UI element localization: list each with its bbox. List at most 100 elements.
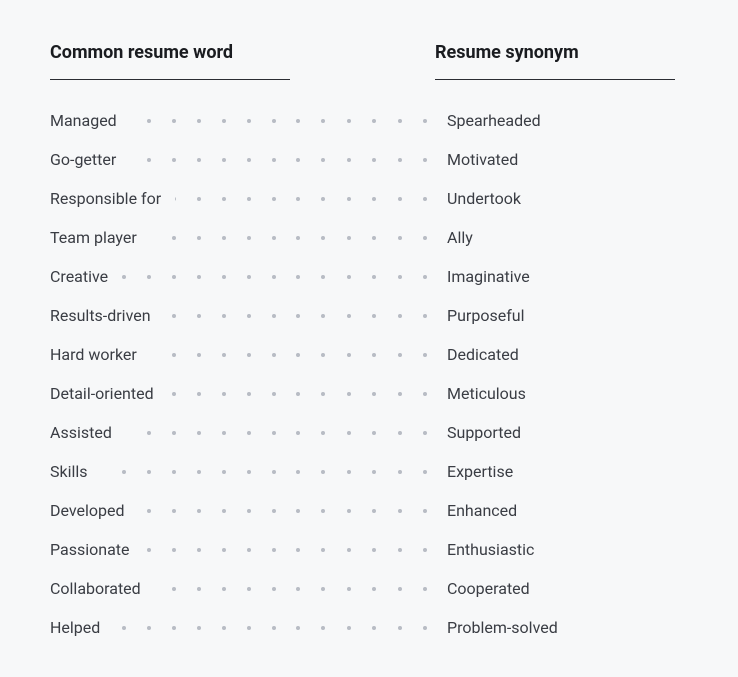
synonym-table: Common resume word Resume synonym Manage… [50,42,688,638]
common-word: Managed [50,111,117,130]
left-col: Skills [50,462,290,481]
dots-leader [296,548,427,552]
synonym-word: Enhanced [435,501,675,520]
dots-leader [296,431,427,435]
mid-col [290,392,435,396]
mid-col [290,119,435,123]
common-word: Results-driven [50,306,151,325]
dots-leader [102,470,276,474]
dots-leader [296,275,427,279]
table-row: CreativeImaginative [50,266,688,287]
left-col: Collaborated [50,579,290,598]
table-row: Helped Problem-solved [50,617,688,638]
synonym-word: Problem-solved [435,618,675,637]
dots-leader [175,197,276,201]
synonym-word: Undertook [435,189,675,208]
mid-col [290,314,435,318]
dots-leader [144,548,277,552]
common-word: Detail-oriented [50,384,154,403]
mid-col [290,431,435,435]
common-word: Team player [50,228,137,247]
common-word: Assisted [50,423,112,442]
table-row: Results-driven Purposeful [50,305,688,326]
dots-leader [130,158,276,162]
mid-col [290,158,435,162]
dots-leader [126,431,276,435]
dots-leader [296,509,427,513]
left-col: Helped [50,618,290,637]
common-word: Go-getter [50,150,116,169]
left-col: Creative [50,267,290,286]
table-row: Collaborated Cooperated [50,578,688,599]
mid-col [290,236,435,240]
left-col: Team player [50,228,290,247]
dots-leader [165,314,276,318]
mid-col [290,548,435,552]
dots-leader [131,119,276,123]
table-row: Passionate Enthusiastic [50,539,688,560]
mid-col [290,470,435,474]
common-word: Developed [50,501,125,520]
common-word: Helped [50,618,100,637]
common-word: Responsible for [50,189,161,208]
table-headers: Common resume word Resume synonym [50,42,688,80]
dots-leader [296,587,427,591]
synonym-word: Enthusiastic [435,540,675,559]
left-col: Results-driven [50,306,290,325]
table-row: Managed Spearheaded [50,110,688,131]
table-row: AssistedSupported [50,422,688,443]
common-word: Skills [50,462,88,481]
dots-leader [122,275,276,279]
dots-leader [296,236,427,240]
table-row: Detail-oriented Meticulous [50,383,688,404]
left-col: Passionate [50,540,290,559]
left-col: Developed [50,501,290,520]
common-word: Passionate [50,540,130,559]
left-col: Go-getter [50,150,290,169]
table-row: Responsible for Undertook [50,188,688,209]
table-row: Team player Ally [50,227,688,248]
left-col: Responsible for [50,189,290,208]
header-synonym: Resume synonym [435,42,675,80]
common-word: Hard worker [50,345,137,364]
dots-leader [296,353,427,357]
dots-leader [151,236,276,240]
dots-leader [296,392,427,396]
header-right-col: Resume synonym [435,42,675,80]
table-row: Hard worker Dedicated [50,344,688,365]
synonym-word: Expertise [435,462,675,481]
header-common: Common resume word [50,42,290,80]
dots-leader [155,587,276,591]
mid-col [290,509,435,513]
synonym-word: Meticulous [435,384,675,403]
left-col: Hard worker [50,345,290,364]
left-col: Detail-oriented [50,384,290,403]
synonym-word: Motivated [435,150,675,169]
dots-leader [296,197,427,201]
dots-leader [296,158,427,162]
left-col: Assisted [50,423,290,442]
dots-leader [296,470,427,474]
synonym-word: Purposeful [435,306,675,325]
mid-col [290,587,435,591]
dots-leader [168,392,276,396]
dots-leader [296,314,427,318]
table-row: Go-getter Motivated [50,149,688,170]
dots-leader [296,119,427,123]
mid-col [290,275,435,279]
table-row: Developed Enhanced [50,500,688,521]
synonym-word: Dedicated [435,345,675,364]
mid-col [290,626,435,630]
dots-leader [151,353,276,357]
common-word: Creative [50,267,108,286]
synonym-word: Spearheaded [435,111,675,130]
mid-col [290,197,435,201]
synonym-word: Cooperated [435,579,675,598]
common-word: Collaborated [50,579,141,598]
mid-col [290,353,435,357]
dots-leader [114,626,276,630]
table-row: Skills Expertise [50,461,688,482]
synonym-word: Ally [435,228,675,247]
table-body: Managed Spearheaded Go-getter Motivated Resp… [50,110,688,638]
header-left-col: Common resume word [50,42,290,80]
